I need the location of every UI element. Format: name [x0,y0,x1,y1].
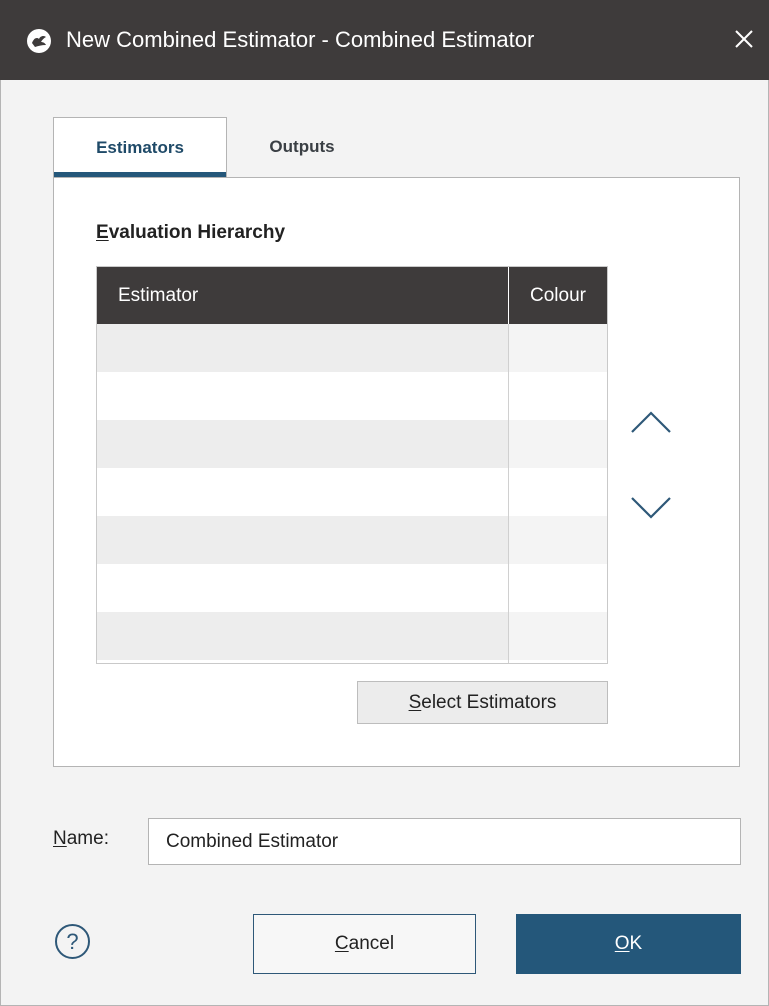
ok-label: K [629,933,643,954]
label-mnemonic: E [96,222,109,243]
chevron-up-icon[interactable] [628,407,674,437]
cancel-button[interactable]: Cancel [253,914,476,974]
cancel-label: ancel [348,933,395,954]
chevron-down-icon[interactable] [628,493,674,523]
table-row[interactable] [97,516,607,564]
window-title: New Combined Estimator - Combined Estima… [66,27,535,52]
select-label: elect Estimators [421,692,557,713]
tab-outputs[interactable]: Outputs [227,117,377,177]
table-row[interactable] [97,564,607,612]
ok-button[interactable]: OK [516,914,741,974]
cancel-mnemonic: C [334,933,349,954]
table-header: Estimator Colour [97,267,607,324]
colour-cell [509,612,607,660]
name-label-text: ame: [66,828,109,849]
colour-cell [509,516,607,564]
label-text: valuation Hierarchy [108,222,286,243]
evaluation-hierarchy-table[interactable]: Estimator Colour [96,266,608,664]
table-row[interactable] [97,612,607,660]
colour-cell [509,372,607,420]
ok-mnemonic: O [614,933,630,954]
tab-estimators[interactable]: Estimators [53,117,227,177]
table-row[interactable] [97,468,607,516]
evaluation-hierarchy-label: Evaluation Hierarchy [96,222,285,244]
tab-outputs-label: Outputs [269,137,335,156]
title-bar: New Combined Estimator - Combined Estima… [0,0,769,80]
colour-cell [509,420,607,468]
select-mnemonic: S [408,692,422,713]
colour-cell [509,468,607,516]
colour-cell [509,324,607,372]
column-header-colour[interactable]: Colour [509,267,607,324]
table-row[interactable] [97,324,607,372]
name-input[interactable] [148,818,741,865]
name-label: Name: [53,828,109,850]
select-estimators-button[interactable]: Select Estimators [357,681,608,724]
column-header-estimator[interactable]: Estimator [118,267,198,324]
close-icon[interactable] [727,22,761,56]
table-row[interactable] [97,372,607,420]
leapfrog-logo-icon [26,28,52,54]
colour-cell [509,564,607,612]
table-row[interactable] [97,420,607,468]
column-divider [508,324,509,663]
name-mnemonic: N [53,828,67,849]
tab-estimators-label: Estimators [96,137,184,157]
help-icon[interactable]: ? [55,924,90,959]
